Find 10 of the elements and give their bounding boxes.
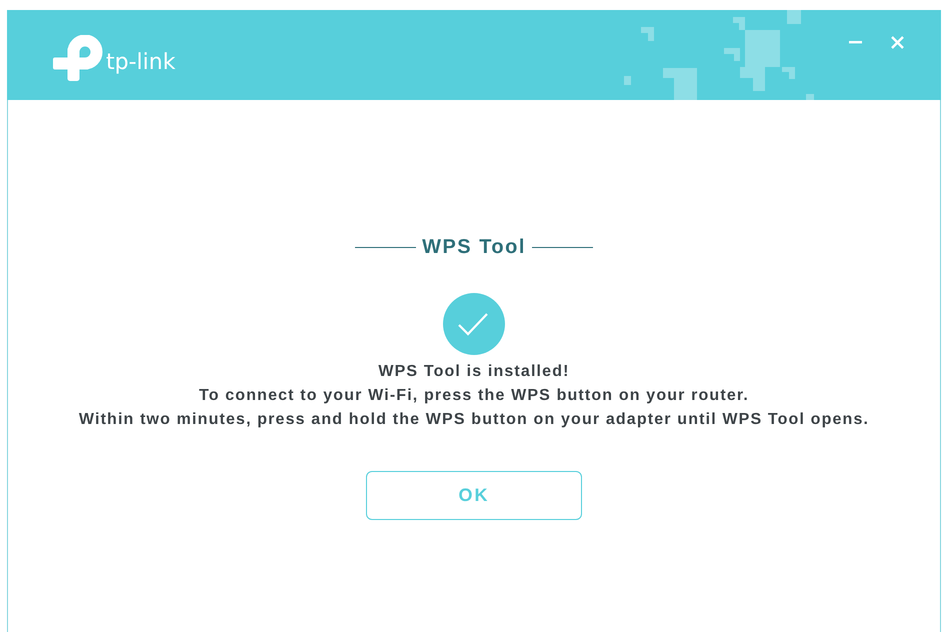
logo-icon (53, 35, 103, 81)
minimize-icon (848, 40, 862, 44)
logo-text: tp-link (106, 50, 176, 76)
ok-button[interactable]: OK (366, 471, 582, 520)
dialog-title: WPS Tool (422, 235, 526, 260)
message-text: To connect to your Wi-Fi, press the WPS button on your router. (199, 386, 749, 406)
close-icon (890, 36, 904, 48)
check-circle-icon (443, 293, 505, 355)
message-text: WPS Tool is installed! (378, 362, 570, 382)
message-text: Within two minutes, press and hold the WPS button on your adapter until WPS Tool opens. (78, 410, 870, 430)
